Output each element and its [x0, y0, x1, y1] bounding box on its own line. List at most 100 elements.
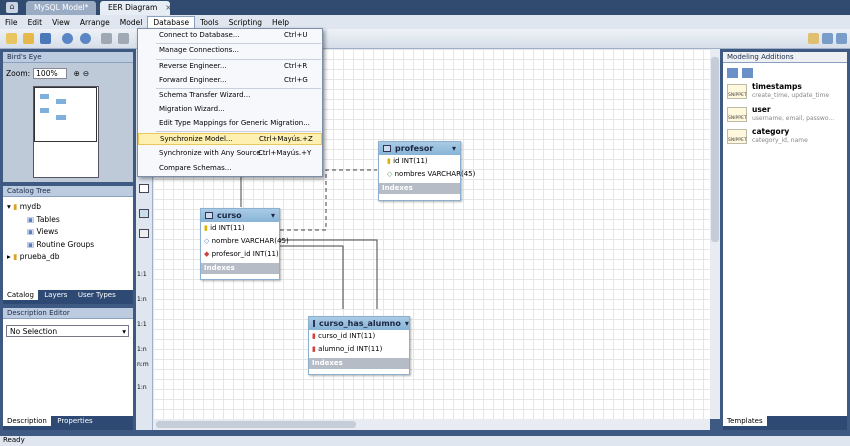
indexes-bar[interactable]: Indexes [201, 263, 279, 274]
column-row[interactable]: ▮ alumno_id INT(11) [309, 343, 409, 356]
tab-description[interactable]: Description [3, 416, 51, 426]
menu-item-label: Forward Engineer... [159, 76, 227, 84]
fk-key-icon: ▮ [312, 332, 316, 340]
menu-database[interactable]: Database [147, 16, 196, 28]
menu-help[interactable]: Help [267, 17, 294, 28]
menu-item-manage-connections[interactable]: Manage Connections... [138, 45, 322, 57]
column-row[interactable]: ▮ id INT(11) [379, 155, 460, 168]
zoom-in-icon[interactable]: ⊕ [74, 69, 80, 78]
table-title: profesor [395, 144, 434, 153]
scrollbar-thumb[interactable] [711, 57, 719, 242]
column-row[interactable]: ◇ nombres VARCHAR(45) [379, 168, 475, 181]
column-row[interactable]: ◆ profesor_id INT(11) [201, 248, 279, 261]
save-icon[interactable] [40, 33, 51, 44]
tree-node-tables[interactable]: ▣ Tables [7, 214, 94, 227]
routine-tool-icon[interactable] [139, 229, 149, 238]
view-tool-icon[interactable] [139, 209, 149, 218]
canvas-horizontal-scrollbar[interactable] [153, 419, 710, 430]
menu-item-reverse-engineer[interactable]: Reverse Engineer... Ctrl+R [138, 61, 322, 73]
column-label: nombres VARCHAR(45) [394, 170, 476, 178]
redo-icon[interactable] [80, 33, 91, 44]
collapse-icon[interactable]: ▾ [405, 319, 409, 328]
table-title: curso [217, 211, 242, 220]
snippet-item[interactable]: SNIPPET category category_id, name [726, 127, 844, 147]
menu-item-shortcut: Ctrl+G [284, 76, 308, 84]
table-curso[interactable]: curso ▾ ▮ id INT(11) ◇ nombre VARCHAR(45)… [200, 208, 289, 280]
canvas-vertical-scrollbar[interactable] [710, 49, 720, 419]
panel-toggle-icon[interactable] [836, 33, 847, 44]
collapse-icon[interactable]: ▾ [452, 144, 456, 153]
menu-item-synchronize-any-source[interactable]: Synchronize with Any Source... Ctrl+Mayús… [138, 148, 322, 160]
column-row[interactable]: ▮ curso_id INT(11) [309, 330, 409, 343]
menu-item-schema-transfer[interactable]: Schema Transfer Wizard... [138, 90, 322, 102]
menu-file[interactable]: File [0, 17, 23, 28]
menu-item-synchronize-model[interactable]: Synchronize Model... Ctrl+Mayús.+Z [138, 133, 322, 145]
tree-node-prueba-db[interactable]: ▸ ▮ prueba_db [7, 251, 94, 264]
snippet-view-icon[interactable] [727, 68, 738, 78]
table-curso-has-alumno[interactable]: curso_has_alumno ▾ ▮ curso_id INT(11) ▮ a… [308, 316, 410, 375]
tab-properties[interactable]: Properties [53, 416, 96, 426]
table-tool-icon[interactable] [139, 184, 149, 193]
status-bar: Ready [0, 436, 850, 446]
table-title: curso_has_alumno [319, 319, 401, 328]
indexes-bar[interactable]: Indexes [309, 358, 409, 369]
object-select[interactable]: No Selection ▾ [6, 325, 129, 337]
tab-eer-diagram[interactable]: EER Diagram × [100, 1, 172, 15]
menu-item-compare-schemas[interactable]: Compare Schemas... [138, 163, 322, 175]
search-icon[interactable] [808, 33, 819, 44]
folder-icon: ▣ [27, 239, 35, 249]
menu-item-connect[interactable]: Connect to Database... Ctrl+U [138, 30, 322, 42]
zoom-out-icon[interactable]: ⊖ [83, 69, 89, 78]
collapse-icon[interactable]: ▾ [271, 211, 275, 220]
tab-user-types[interactable]: User Types [74, 290, 120, 300]
rel-1-1-nonid-icon[interactable]: 1:1 [137, 321, 147, 328]
menu-model[interactable]: Model [115, 17, 148, 28]
tab-mysql-model[interactable]: MySQL Model*× [26, 1, 103, 15]
menu-view[interactable]: View [47, 17, 75, 28]
snippet-list-icon[interactable] [742, 68, 753, 78]
close-icon[interactable]: × [165, 3, 171, 12]
tab-catalog[interactable]: Catalog [3, 290, 38, 300]
indexes-label: Indexes [204, 264, 235, 272]
tab-layers[interactable]: Layers [40, 290, 71, 300]
rel-1-1-icon[interactable]: 1:1 [137, 271, 147, 278]
open-folder-icon[interactable] [23, 33, 34, 44]
rel-1-n-nonid-icon[interactable]: 1:n [137, 346, 147, 353]
tree-node-routine-groups[interactable]: ▣ Routine Groups [7, 239, 94, 252]
home-icon[interactable]: ⌂ [6, 2, 18, 13]
menu-tools[interactable]: Tools [195, 17, 223, 28]
tree-node-mydb[interactable]: ▾ ▮ mydb [7, 201, 94, 214]
table-profesor[interactable]: profesor ▾ ▮ id INT(11) ◇ nombres VARCHAR… [378, 141, 475, 201]
sidebar-toggle-icon[interactable] [822, 33, 833, 44]
description-tabs: Description Properties [3, 416, 133, 430]
panel-title: Catalog Tree [3, 186, 133, 197]
rel-1-n-icon[interactable]: 1:n [137, 296, 147, 303]
new-file-icon[interactable] [6, 33, 17, 44]
menu-item-migration-wizard[interactable]: Migration Wizard... [138, 104, 322, 116]
minimap[interactable] [33, 86, 99, 178]
tree-node-views[interactable]: ▣ Views [7, 226, 94, 239]
indexes-bar[interactable]: Indexes [379, 183, 460, 194]
toggle-grid-icon[interactable] [101, 33, 112, 44]
snippet-item[interactable]: SNIPPET timestamps create_time, update_t… [726, 82, 844, 102]
menu-scripting[interactable]: Scripting [224, 17, 267, 28]
menu-item-edit-type-mappings[interactable]: Edit Type Mappings for Generic Migration… [138, 118, 322, 130]
fk-icon: ◆ [204, 250, 210, 258]
column-row[interactable]: ◇ nombre VARCHAR(45) [201, 235, 289, 248]
snippet-item[interactable]: SNIPPET user username, email, passwo... [726, 105, 844, 125]
main-toolbar [0, 29, 850, 73]
tab-templates[interactable]: Templates [723, 416, 767, 426]
column-row[interactable]: ▮ id INT(11) [201, 222, 279, 235]
rel-n-m-icon[interactable]: n:m [137, 361, 149, 368]
rel-existing-icon[interactable]: 1:n [137, 384, 147, 391]
table-icon [205, 212, 213, 219]
menu-edit[interactable]: Edit [23, 17, 48, 28]
menu-arrange[interactable]: Arrange [75, 17, 115, 28]
undo-icon[interactable] [62, 33, 73, 44]
indexes-label: Indexes [312, 359, 343, 367]
menu-item-forward-engineer[interactable]: Forward Engineer... Ctrl+G [138, 75, 322, 87]
scrollbar-thumb[interactable] [156, 421, 356, 428]
zoom-select[interactable]: 100% [33, 68, 67, 79]
snippet-name: category [752, 127, 790, 136]
align-icon[interactable] [118, 33, 129, 44]
